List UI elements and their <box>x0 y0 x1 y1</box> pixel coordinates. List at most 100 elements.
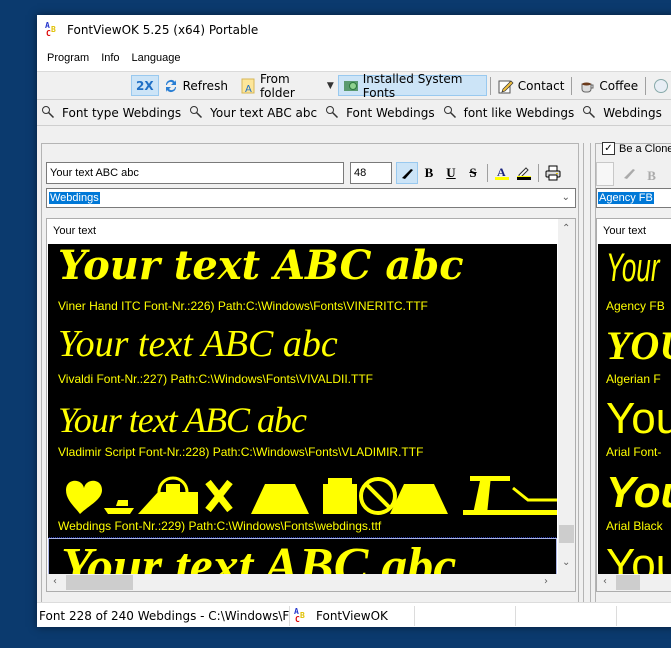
contact-button[interactable]: Contact <box>494 75 569 96</box>
font-sample-text: Your text ABC abc <box>61 538 457 574</box>
from-folder-dropdown[interactable]: ▼ <box>323 75 338 96</box>
font-family-select[interactable]: Webdings ⌄ <box>46 188 576 208</box>
coffee-button[interactable]: Coffee <box>575 75 642 96</box>
checkbox-checked-icon[interactable]: ✓ <box>602 142 615 155</box>
format-separator <box>487 164 488 182</box>
toolbar-separator <box>571 76 573 95</box>
title-bar: ABC FontViewOK 5.25 (x64) Portable <box>37 15 671 45</box>
magnifier-icon <box>443 105 459 121</box>
search-font-button[interactable]: Font Webdings <box>325 105 435 121</box>
selected-font-sample[interactable]: Your text ABC abc <box>48 537 557 574</box>
font-sample-text[interactable]: Your text ABC abc <box>58 244 464 289</box>
font-sample-caption: Arial Font- <box>606 445 662 459</box>
scroll-right-icon[interactable]: › <box>544 576 548 587</box>
svg-text:A: A <box>245 84 252 94</box>
background-color-button[interactable] <box>513 162 535 184</box>
chevron-down-icon[interactable]: ⌄ <box>562 189 570 207</box>
disabled-text-input <box>596 162 614 186</box>
search-font-like-label: font like Webdings <box>463 105 575 120</box>
pane-splitter[interactable] <box>583 143 591 605</box>
refresh-button[interactable]: Refresh <box>159 75 232 96</box>
from-folder-button[interactable]: A From folder <box>236 72 323 100</box>
right-horizontal-scrollbar[interactable]: ‹ <box>597 574 671 591</box>
search-font-type-button[interactable]: Font type Webdings <box>41 105 181 121</box>
menu-language[interactable]: Language <box>126 52 187 64</box>
menu-bar: Program Info Language <box>37 45 671 72</box>
italic-icon <box>402 169 413 179</box>
bold-button[interactable]: B <box>418 162 440 184</box>
refresh-icon <box>163 78 179 94</box>
horizontal-scroll-thumb[interactable] <box>66 575 133 590</box>
menu-info[interactable]: Info <box>95 52 125 64</box>
app-logo-icon: ABC <box>45 21 56 38</box>
font-sample-caption: Algerian F <box>606 372 661 386</box>
scroll-left-icon[interactable]: ‹ <box>53 576 57 587</box>
pencil-note-icon <box>498 78 514 94</box>
horizontal-scroll-thumb[interactable] <box>616 575 640 590</box>
app-window: ABC FontViewOK 5.25 (x64) Portable Progr… <box>37 15 671 627</box>
contact-label: Contact <box>517 78 565 93</box>
font-sample-text[interactable]: You <box>606 394 671 444</box>
search-font-type-label: Font type Webdings <box>62 105 182 120</box>
font-sample-webdings[interactable] <box>58 470 557 524</box>
sample-text-input[interactable]: Your text ABC abc <box>46 162 344 184</box>
magnifier-icon <box>189 105 205 121</box>
underline-button[interactable]: U <box>440 162 462 184</box>
status-font-info: Font 228 of 240 Webdings - C:\Windows\Fo… <box>37 605 290 626</box>
scroll-up-icon[interactable]: ⌃ <box>562 223 570 234</box>
web-button[interactable] <box>649 75 671 96</box>
preview-vertical-scrollbar[interactable]: ⌃ ⌄ <box>558 219 575 575</box>
font-sample-caption: Viner Hand ITC Font-Nr.:226) Path:C:\Win… <box>58 299 428 313</box>
from-folder-label: From folder <box>259 71 295 100</box>
strikethrough-button[interactable]: S <box>462 162 484 184</box>
font-sample-text[interactable]: Your <box>606 246 659 291</box>
font-sample-text[interactable]: You <box>606 468 671 518</box>
search-font-like-button[interactable]: font like Webdings <box>443 105 575 121</box>
app-logo-icon: ABC <box>294 606 305 624</box>
font-sample-text[interactable]: Your text ABC abc <box>58 322 338 366</box>
italic-button[interactable] <box>396 162 418 184</box>
installed-system-fonts-label: Installed System Fonts <box>362 71 463 100</box>
font-sample-text[interactable]: YOU <box>606 322 671 369</box>
font-color-icon: A <box>495 165 509 180</box>
refresh-label: Refresh <box>182 78 228 93</box>
left-font-pane: Your text ABC abc 48 B U S A Webdings ⌄ <box>41 143 579 605</box>
format-toolbar: B U S A <box>396 162 564 184</box>
font-sample-caption: Webdings Font-Nr.:229) Path:C:\Windows\F… <box>58 519 382 533</box>
status-bar: Font 228 of 240 Webdings - C:\Windows\Fo… <box>37 602 671 627</box>
print-button[interactable] <box>542 162 564 184</box>
svg-text:A: A <box>497 165 506 179</box>
webdings-glyphs-icon <box>66 476 557 515</box>
font-size-input[interactable]: 48 <box>350 162 392 184</box>
italic-icon <box>624 169 635 179</box>
font-sample-text[interactable]: Your text ABC abc <box>58 399 307 441</box>
be-a-clone-label: Be a Clone <box>619 142 671 155</box>
right-font-pane: ✓ Be a Clone B Agency FB Your text Your … <box>595 142 671 605</box>
right-font-preview-canvas: Your Agency FB YOU Algerian F You Arial … <box>598 244 671 574</box>
scroll-left-icon[interactable]: ‹ <box>603 576 607 587</box>
status-app: ABC FontViewOK <box>290 605 415 626</box>
text-color-button[interactable]: A <box>491 162 513 184</box>
search-font-name-button[interactable]: Webdings <box>582 105 662 121</box>
coffee-label: Coffee <box>599 78 639 93</box>
toolbar-separator <box>645 76 646 95</box>
system-fonts-icon <box>343 78 359 94</box>
installed-system-fonts-button[interactable]: Installed System Fonts <box>337 72 487 100</box>
scroll-down-icon[interactable]: ⌄ <box>562 557 570 568</box>
font-preview-panel: Your text Your text ABC abc Viner Hand I… <box>46 218 576 592</box>
right-font-family-select[interactable]: Agency FB <box>596 188 671 208</box>
preview-horizontal-scrollbar[interactable]: ‹ › <box>47 574 575 591</box>
quick-search-bar: Font type Webdings Your text ABC abc Fon… <box>37 100 671 126</box>
main-toolbar: 2X Refresh A From folder ▼ Installed Sys… <box>37 72 671 100</box>
right-font-family-select-value: Agency FB <box>598 192 654 204</box>
be-a-clone-toggle[interactable]: ✓ Be a Clone <box>602 142 671 155</box>
highlighter-icon <box>517 167 531 180</box>
zoom-2x-button[interactable]: 2X <box>131 75 159 96</box>
search-your-text-button[interactable]: Your text ABC abc <box>189 105 317 121</box>
font-sample-caption: Agency FB <box>606 299 665 313</box>
window-title: FontViewOK 5.25 (x64) Portable <box>67 23 259 37</box>
menu-program[interactable]: Program <box>41 52 95 64</box>
vertical-scroll-thumb[interactable] <box>559 525 574 543</box>
font-sample-text[interactable]: You <box>606 540 671 574</box>
font-sample-caption: Vladimir Script Font-Nr.:228) Path:C:\Wi… <box>58 445 424 459</box>
